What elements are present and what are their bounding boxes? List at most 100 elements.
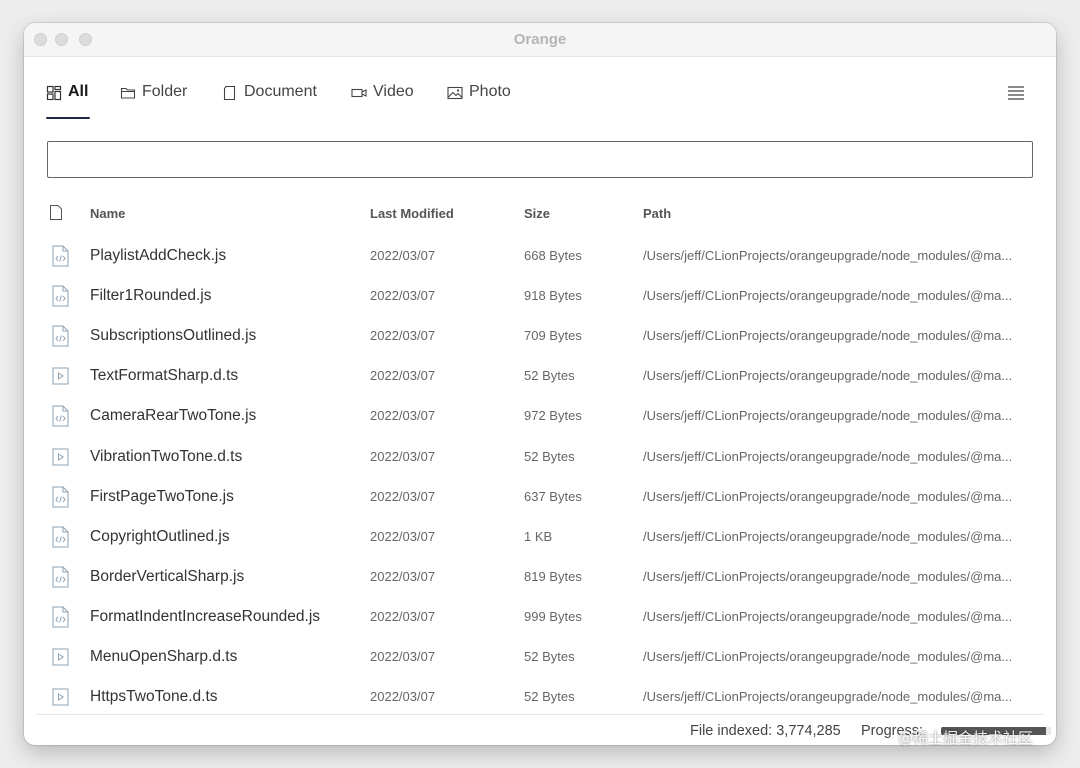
table-row[interactable]: Filter1Rounded.js 2022/03/07 918 Bytes/Use…: [24, 276, 1056, 316]
file-size: 637 Bytes: [524, 488, 582, 504]
file-name: FormatIndentIncreaseRounded.js: [90, 607, 321, 625]
file-name: SubscriptionsOutlined.js: [90, 327, 257, 345]
tab-photo[interactable]: Photo: [447, 79, 511, 119]
table-row[interactable]: VibrationTwoTone.d.ts 2022/03/07 52 Bytes /…: [24, 437, 1056, 477]
tab-photo-label: Photo: [469, 83, 511, 100]
media-file-icon: [52, 648, 69, 666]
table-row[interactable]: MenuOpenSharp.d.ts 2022/03/07 52 Bytes/Use…: [24, 637, 1056, 677]
file-path: /Users/jeff/CLionProjects/orangeupgrade/…: [643, 608, 1013, 624]
file-size: 819 Bytes: [524, 568, 582, 584]
file-name: Filter1Rounded.js: [90, 287, 212, 305]
file-name: FirstPageTwoTone.js: [90, 487, 234, 505]
grid-icon: [46, 85, 62, 101]
file-modified: 2022/03/07: [370, 689, 436, 705]
file-modified: 2022/03/07: [370, 608, 436, 624]
file-modified: 2022/03/07: [370, 488, 436, 504]
file-path: /Users/jeff/CLionProjects/orangeupgrade/…: [643, 448, 1013, 464]
file-path: /Users/jeff/CLionProjects/orangeupgrade/…: [643, 649, 1013, 664]
file-list: PlaylistAddCheck.js 2022/03/07 668 Bytes/U…: [24, 236, 1056, 714]
file-size: 52 Bytes: [524, 649, 575, 664]
hamburger-menu-icon[interactable]: [1006, 84, 1026, 102]
media-file-icon: [52, 367, 69, 385]
files-indexed-count: File indexed: 3,774,285: [690, 723, 841, 739]
folder-icon: [120, 87, 136, 99]
status-bar: File indexed: 3,774,285 Progress:: [36, 714, 1051, 745]
table-row[interactable]: FormatIndentIncreaseRounded.js 2022/03/07…: [24, 597, 1056, 637]
table-row[interactable]: BorderVerticalSharp.js 2022/03/07 819 Byte…: [24, 557, 1056, 597]
code-file-icon: [52, 405, 69, 427]
file-name: BorderVerticalSharp.js: [90, 567, 245, 585]
media-file-icon: [52, 448, 69, 465]
table-row[interactable]: CopyrightOutlined.js 2022/03/07 1 KB/Users…: [24, 517, 1056, 557]
window-title: Orange: [513, 31, 567, 48]
tab-all-label: All: [68, 83, 89, 100]
file-name: TextFormatSharp.d.ts: [90, 367, 239, 385]
file-path: /Users/jeff/CLionProjects/orangeupgrade/…: [643, 528, 1013, 544]
file-size: 668 Bytes: [524, 248, 582, 263]
table-row[interactable]: CameraRearTwoTone.js 2022/03/07 972 Bytes /…: [24, 396, 1056, 436]
table-row[interactable]: TextFormatSharp.d.ts 2022/03/07 52 Bytes/U…: [24, 356, 1056, 396]
file-path: /Users/jeff/CLionProjects/orangeupgrade/…: [643, 488, 1013, 504]
photo-icon: [447, 86, 463, 100]
document-icon: [223, 85, 236, 101]
app-window: Orange All Folder Document Video Photo N…: [24, 23, 1056, 745]
code-file-icon: [52, 325, 69, 347]
table-row[interactable]: SubscriptionsOutlined.js 2022/03/07 709 By…: [24, 316, 1056, 356]
tab-all[interactable]: All: [46, 79, 91, 119]
media-file-icon: [52, 688, 69, 706]
file-name: VibrationTwoTone.d.ts: [90, 447, 243, 465]
file-name: HttpsTwoTone.d.ts: [90, 688, 218, 706]
code-file-icon: [52, 245, 69, 267]
column-header-path[interactable]: Path: [643, 206, 671, 221]
file-modified: 2022/03/07: [370, 368, 436, 384]
file-modified: 2022/03/07: [370, 288, 436, 304]
file-size: 999 Bytes: [524, 608, 582, 624]
file-size: 52 Bytes: [524, 689, 575, 705]
file-path: /Users/jeff/CLionProjects/orangeupgrade/…: [643, 689, 1013, 705]
column-header-name[interactable]: Name: [90, 206, 125, 221]
table-row[interactable]: PlaylistAddCheck.js 2022/03/07 668 Bytes/U…: [24, 236, 1056, 276]
file-modified: 2022/03/07: [370, 568, 436, 584]
tab-document[interactable]: Document: [222, 79, 317, 119]
table-row[interactable]: HttpsTwoTone.d.ts 2022/03/07 52 Bytes/User…: [24, 677, 1056, 714]
code-file-icon: [52, 526, 69, 548]
file-modified: 2022/03/07: [370, 649, 436, 664]
file-path: /Users/jeff/CLionProjects/orangeupgrade/…: [643, 328, 1013, 344]
file-name: CameraRearTwoTone.js: [90, 407, 257, 425]
file-modified: 2022/03/07: [370, 448, 436, 464]
code-file-icon: [52, 566, 69, 588]
file-modified: 2022/03/07: [370, 328, 436, 344]
file-path: /Users/jeff/CLionProjects/orangeupgrade/…: [643, 408, 1013, 424]
code-file-icon: [52, 606, 69, 628]
file-size: 709 Bytes: [524, 328, 582, 344]
file-size: 52 Bytes: [524, 368, 575, 384]
file-modified: 2022/03/07: [370, 408, 436, 424]
file-path: /Users/jeff/CLionProjects/orangeupgrade/…: [643, 288, 1013, 304]
file-path: /Users/jeff/CLionProjects/orangeupgrade/…: [643, 368, 1013, 384]
video-icon: [351, 88, 367, 98]
file-path: /Users/jeff/CLionProjects/orangeupgrade/…: [643, 248, 1013, 263]
file-path: /Users/jeff/CLionProjects/orangeupgrade/…: [643, 568, 1013, 584]
file-icon: [50, 205, 62, 220]
watermark: @稀土掘金技术社区: [898, 729, 1034, 747]
file-modified: 2022/03/07: [370, 528, 436, 544]
tab-folder[interactable]: Folder: [120, 79, 187, 119]
file-size: 918 Bytes: [524, 288, 582, 304]
column-header-size[interactable]: Size: [524, 206, 550, 221]
file-name: CopyrightOutlined.js: [90, 527, 230, 545]
file-size: 1 KB: [524, 528, 553, 544]
file-name: MenuOpenSharp.d.ts: [90, 648, 238, 665]
tab-document-label: Document: [244, 83, 317, 100]
title-bar: Orange: [24, 23, 1056, 57]
column-header-last-modified[interactable]: Last Modified: [370, 206, 454, 221]
file-size: 972 Bytes: [524, 408, 582, 424]
code-file-icon: [52, 285, 69, 307]
tab-folder-label: Folder: [142, 83, 188, 100]
code-file-icon: [52, 486, 69, 508]
table-row[interactable]: FirstPageTwoTone.js 2022/03/07 637 Bytes/U…: [24, 477, 1056, 517]
file-size: 52 Bytes: [524, 448, 575, 464]
tab-video[interactable]: Video: [351, 79, 414, 119]
search-input[interactable]: [47, 141, 1033, 178]
file-name: PlaylistAddCheck.js: [90, 247, 227, 264]
table-header: Name Last Modified Size Path: [24, 199, 1056, 229]
